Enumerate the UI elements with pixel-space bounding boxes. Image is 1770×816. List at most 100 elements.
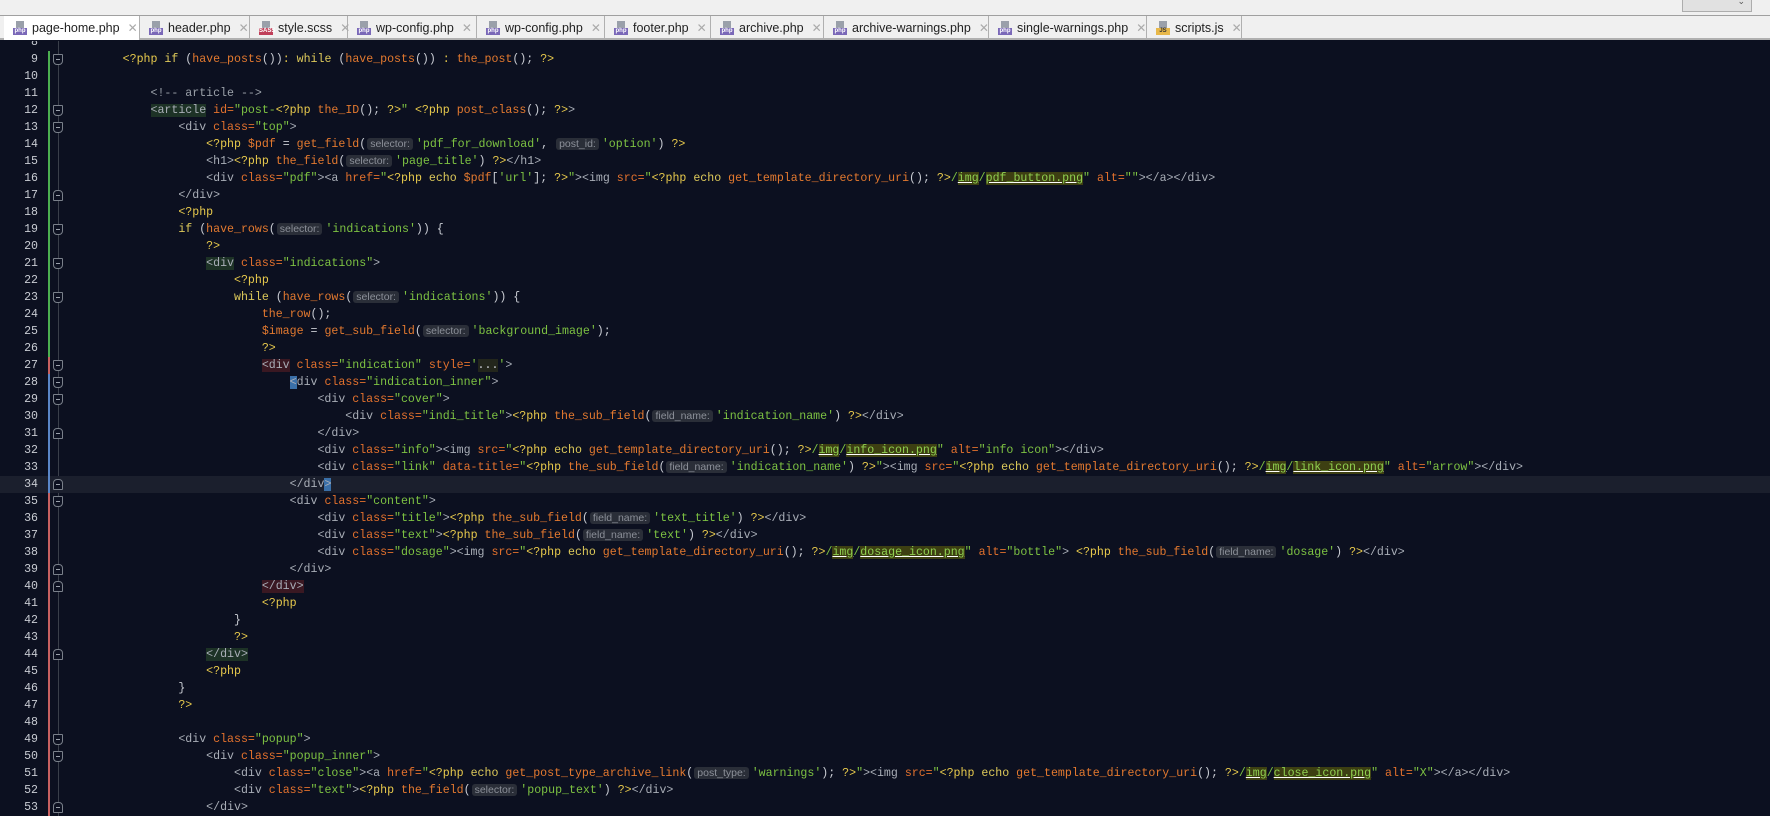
fold-close-icon[interactable] (53, 802, 63, 813)
vcs-change-marker[interactable] (48, 527, 50, 544)
vcs-change-marker[interactable] (48, 459, 50, 476)
code-line[interactable]: 28 <div class="indication_inner"> (0, 374, 1770, 391)
code-line[interactable]: 50 <div class="popup_inner"> (0, 748, 1770, 765)
tab-header-php[interactable]: php header.php ✕ (140, 16, 250, 40)
vcs-change-marker[interactable] (48, 561, 50, 578)
vcs-change-marker[interactable] (48, 629, 50, 646)
vcs-change-marker[interactable] (48, 510, 50, 527)
code-line[interactable]: 21 <div class="indications"> (0, 255, 1770, 272)
code-line[interactable]: 12 <article id="post-<?php the_ID(); ?>"… (0, 102, 1770, 119)
tab-wp-config-php[interactable]: php wp-config.php ✕ (477, 16, 605, 40)
vcs-change-marker[interactable] (48, 340, 50, 357)
tab-wp-config-php[interactable]: php wp-config.php ✕ (348, 16, 477, 40)
vcs-change-marker[interactable] (48, 765, 50, 782)
vcs-change-marker[interactable] (48, 697, 50, 714)
close-icon[interactable]: ✕ (697, 21, 707, 35)
close-icon[interactable]: ✕ (979, 21, 989, 35)
fold-open-icon[interactable] (53, 377, 63, 388)
code-line[interactable]: 46 } (0, 680, 1770, 697)
close-icon[interactable]: ✕ (1136, 21, 1146, 35)
tab-single-warnings-php[interactable]: php single-warnings.php ✕ (989, 16, 1147, 40)
code-line[interactable]: 32 <div class="info"><img src= " <?php ech… (0, 442, 1770, 459)
vcs-change-marker[interactable] (48, 289, 50, 306)
code-editor[interactable]: 89 <?php if (have_posts()): while (have_… (0, 41, 1770, 816)
vcs-change-marker[interactable] (48, 323, 50, 340)
code-line[interactable]: 53 </div> (0, 799, 1770, 816)
vcs-change-marker[interactable] (48, 153, 50, 170)
code-line[interactable]: 39 </div> (0, 561, 1770, 578)
vcs-change-marker[interactable] (48, 714, 50, 731)
vcs-change-marker[interactable] (48, 578, 50, 595)
code-line[interactable]: 48 (0, 714, 1770, 731)
code-line[interactable]: 25 $image = get_sub_field(selector:'back… (0, 323, 1770, 340)
close-icon[interactable]: ✕ (591, 21, 601, 35)
code-line[interactable]: 41 <?php (0, 595, 1770, 612)
code-line[interactable]: 29 <div class="cover"> (0, 391, 1770, 408)
toolbar-dropdown[interactable]: ⌄ (1682, 0, 1752, 12)
vcs-change-marker[interactable] (48, 391, 50, 408)
fold-close-icon[interactable] (53, 649, 63, 660)
vcs-change-marker[interactable] (48, 357, 50, 374)
fold-close-icon[interactable] (53, 190, 63, 201)
code-line[interactable]: 38 <div class="dosage"><img src= " <?php e… (0, 544, 1770, 561)
code-line[interactable]: 17 </div> (0, 187, 1770, 204)
code-line[interactable]: 40 </div> (0, 578, 1770, 595)
close-icon[interactable]: ✕ (239, 21, 249, 35)
code-line[interactable]: 9 <?php if (have_posts()): while (have_p… (0, 51, 1770, 68)
tab-footer-php[interactable]: php footer.php ✕ (605, 16, 711, 40)
vcs-change-marker[interactable] (48, 442, 50, 459)
code-line[interactable]: 24 the_row(); (0, 306, 1770, 323)
vcs-change-marker[interactable] (48, 51, 50, 68)
tab-style-scss[interactable]: SASS style.scss ✕ (250, 16, 350, 40)
fold-open-icon[interactable] (53, 360, 63, 371)
vcs-change-marker[interactable] (48, 425, 50, 442)
fold-open-icon[interactable] (53, 122, 63, 133)
vcs-change-marker[interactable] (48, 85, 50, 102)
code-line[interactable]: 43 ?> (0, 629, 1770, 646)
fold-open-icon[interactable] (53, 751, 63, 762)
fold-open-icon[interactable] (53, 54, 63, 65)
fold-open-icon[interactable] (53, 258, 63, 269)
vcs-change-marker[interactable] (48, 221, 50, 238)
vcs-change-marker[interactable] (48, 68, 50, 85)
vcs-change-marker[interactable] (48, 731, 50, 748)
code-line[interactable]: 33 <div class="link" data-title= " <?php t… (0, 459, 1770, 476)
fold-close-icon[interactable] (53, 564, 63, 575)
code-line[interactable]: 20 ?> (0, 238, 1770, 255)
vcs-change-marker[interactable] (48, 204, 50, 221)
code-line[interactable]: 30 <div class="indi_title"><?php the_sub… (0, 408, 1770, 425)
code-line[interactable]: 23 while (have_rows(selector:'indication… (0, 289, 1770, 306)
code-line[interactable]: 8 (0, 41, 1770, 51)
tab-page-home-php[interactable]: php page-home.php ✕ (4, 16, 140, 40)
vcs-change-marker[interactable] (48, 306, 50, 323)
vcs-change-marker[interactable] (48, 799, 50, 816)
close-icon[interactable]: ✕ (1232, 21, 1242, 35)
code-line[interactable]: 18 <?php (0, 204, 1770, 221)
vcs-change-marker[interactable] (48, 663, 50, 680)
vcs-change-marker[interactable] (48, 782, 50, 799)
fold-open-icon[interactable] (53, 394, 63, 405)
code-line[interactable]: 27 <div class="indication" style='...'> (0, 357, 1770, 374)
code-line[interactable]: 36 <div class="title"><?php the_sub_fiel… (0, 510, 1770, 527)
vcs-change-marker[interactable] (48, 680, 50, 697)
fold-close-icon[interactable] (53, 479, 63, 490)
code-line[interactable]: 15 <h1><?php the_field(selector:'page_ti… (0, 153, 1770, 170)
vcs-change-marker[interactable] (48, 272, 50, 289)
code-line[interactable]: 11 <!-- article --> (0, 85, 1770, 102)
code-line[interactable]: 45 <?php (0, 663, 1770, 680)
fold-open-icon[interactable] (53, 734, 63, 745)
code-line[interactable]: 26 ?> (0, 340, 1770, 357)
fold-open-icon[interactable] (53, 292, 63, 303)
fold-open-icon[interactable] (53, 496, 63, 507)
fold-close-icon[interactable] (53, 428, 63, 439)
code-line[interactable]: 37 <div class="text"><?php the_sub_field… (0, 527, 1770, 544)
tab-archive-warnings-php[interactable]: php archive-warnings.php ✕ (824, 16, 989, 40)
close-icon[interactable]: ✕ (462, 21, 472, 35)
code-line[interactable]: 49 <div class="popup"> (0, 731, 1770, 748)
vcs-change-marker[interactable] (48, 748, 50, 765)
code-line[interactable]: 10 (0, 68, 1770, 85)
vcs-change-marker[interactable] (48, 136, 50, 153)
vcs-change-marker[interactable] (48, 408, 50, 425)
code-line[interactable]: 35 <div class="content"> (0, 493, 1770, 510)
fold-open-icon[interactable] (53, 105, 63, 116)
